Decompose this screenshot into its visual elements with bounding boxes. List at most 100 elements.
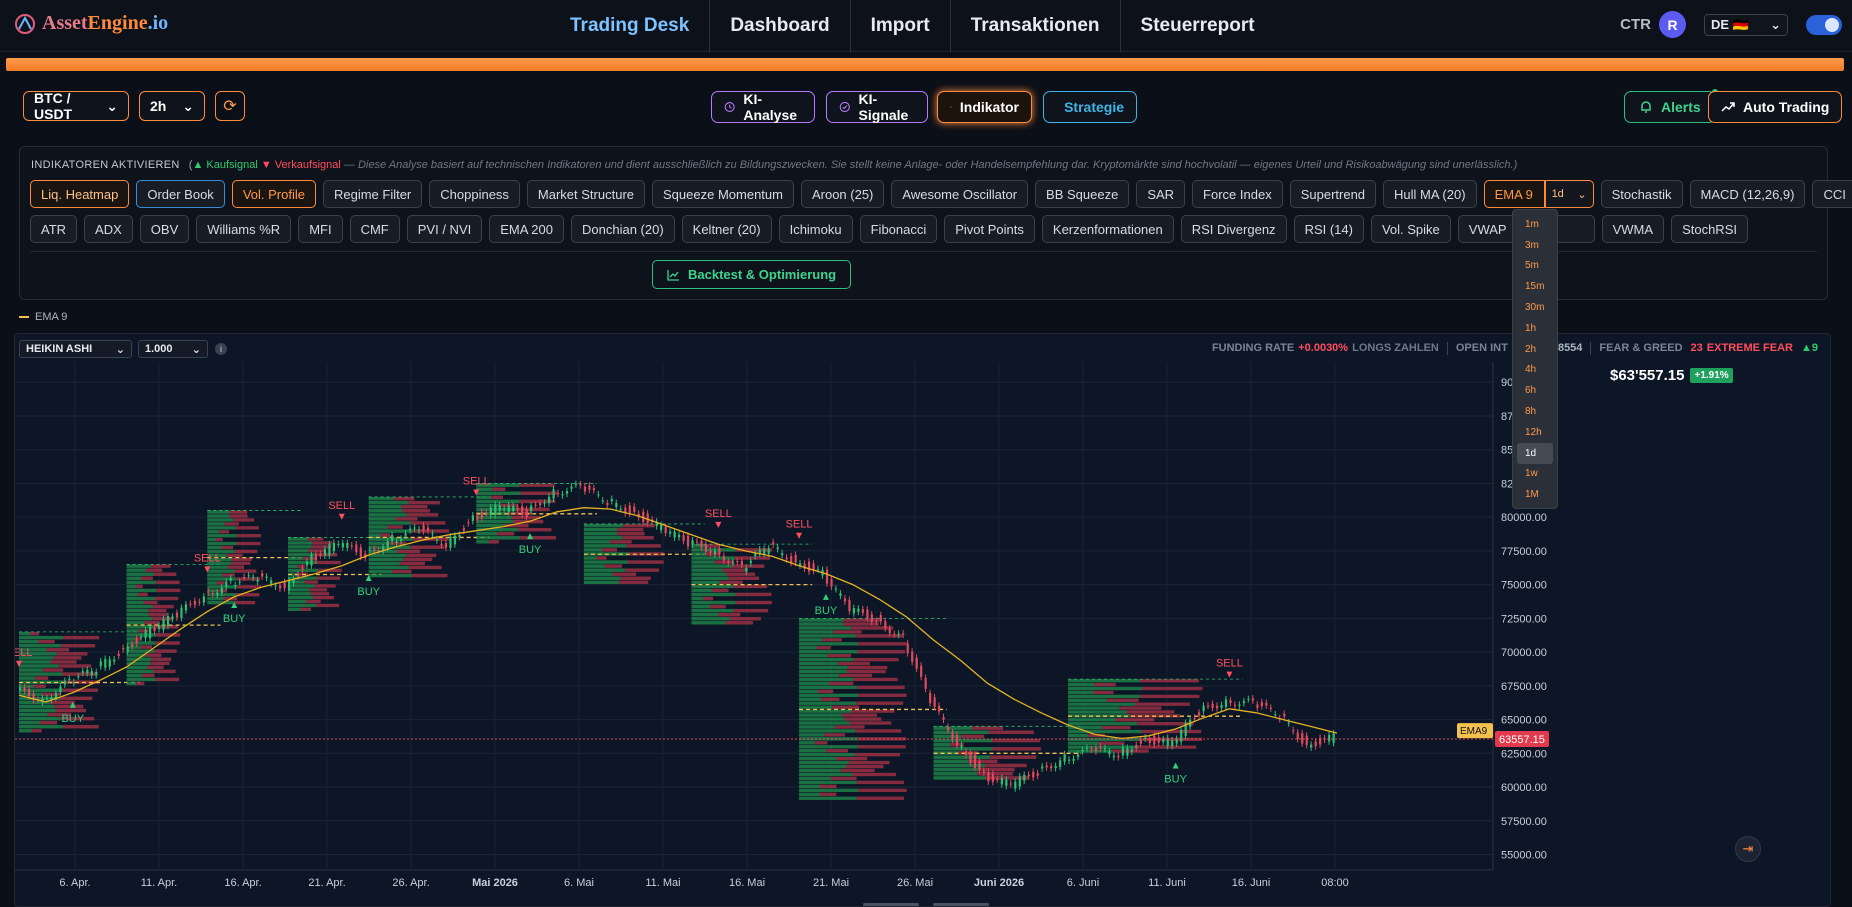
indicator-rsi-14[interactable]: RSI (14)	[1293, 215, 1364, 243]
price-chart[interactable]: 90000.0087500.0085000.0082500.0080000.00…	[14, 333, 1831, 907]
nav-transaktionen[interactable]: Transaktionen	[951, 0, 1121, 52]
interval-option-1w[interactable]: 1w	[1517, 464, 1553, 485]
indicator-bb-squeeze[interactable]: BB Squeeze	[1035, 180, 1130, 208]
indicator-liq-heatmap[interactable]: Liq. Heatmap	[30, 180, 130, 208]
volume-bar-buy	[368, 569, 393, 574]
volume-bar-sell	[226, 553, 243, 558]
scroll-to-end-button[interactable]: ⇥	[1735, 836, 1761, 862]
indicator-force-index[interactable]: Force Index	[1192, 180, 1283, 208]
volume-bar-buy	[19, 660, 51, 664]
candle-body	[171, 616, 174, 620]
candle-body	[229, 577, 232, 581]
avatar[interactable]: R	[1659, 11, 1686, 38]
nav-import[interactable]: Import	[851, 0, 951, 52]
volume-bar-sell	[821, 697, 840, 701]
indicator-macd-12-26-9[interactable]: MACD (12,26,9)	[1689, 180, 1806, 208]
nav-trading-desk[interactable]: Trading Desk	[550, 0, 711, 52]
info-icon[interactable]: i	[215, 343, 227, 355]
nav-dashboard[interactable]: Dashboard	[710, 0, 851, 52]
indicator-ema-200[interactable]: EMA 200	[489, 215, 564, 243]
nav-steuerreport[interactable]: Steuerreport	[1121, 0, 1275, 52]
scroll-handle-right[interactable]	[933, 903, 989, 906]
indicator-awesome-oscillator[interactable]: Awesome Oscillator	[891, 180, 1029, 208]
chart-canvas[interactable]: 90000.0087500.0085000.0082500.0080000.00…	[15, 334, 1831, 907]
indicator-mfi[interactable]: MFI	[298, 215, 343, 243]
candle-body	[875, 620, 878, 622]
indicator-keltner-20[interactable]: Keltner (20)	[681, 215, 772, 243]
interval-option-4h[interactable]: 4h	[1517, 360, 1553, 381]
interval-option-1m[interactable]: 1m	[1517, 214, 1553, 235]
indicator-choppiness[interactable]: Choppiness	[429, 180, 520, 208]
indicator-squeeze-momentum[interactable]: Squeeze Momentum	[652, 180, 794, 208]
indicator-cci[interactable]: CCI	[1812, 180, 1852, 208]
indicator-cmf[interactable]: CMF	[349, 215, 400, 243]
indicator-pivot-points[interactable]: Pivot Points	[944, 215, 1035, 243]
indicator-order-book[interactable]: Order Book	[136, 180, 225, 208]
indicator-williams-r[interactable]: Williams %R	[196, 215, 292, 243]
y-tick-label: 62500.00	[1501, 748, 1547, 760]
brand-logo[interactable]: AssetEngine.io	[14, 12, 168, 35]
indicator-regime-filter[interactable]: Regime Filter	[322, 180, 423, 208]
ki-signale-button[interactable]: KI-Signale	[826, 91, 928, 123]
volume-bar-sell	[816, 646, 831, 650]
interval-option-15m[interactable]: 15m	[1517, 276, 1553, 297]
volume-bar-buy	[1068, 686, 1142, 691]
interval-option-1M[interactable]: 1M	[1517, 484, 1553, 505]
refresh-button[interactable]: ⟳	[215, 91, 245, 121]
indicator-vwma[interactable]: VWMA	[1601, 215, 1665, 243]
indicator-market-structure[interactable]: Market Structure	[526, 180, 646, 208]
chevron-down-icon: ⌄	[1577, 188, 1587, 201]
indicator-obv[interactable]: OBV	[139, 215, 190, 243]
ema-interval-select[interactable]: 1d ⌄	[1544, 180, 1594, 208]
x-tick-label: 21. Apr.	[308, 877, 345, 889]
interval-option-12h[interactable]: 12h	[1517, 422, 1553, 443]
strategie-button[interactable]: Strategie	[1043, 91, 1137, 123]
backtest-button[interactable]: Backtest & Optimierung	[652, 260, 852, 289]
theme-toggle[interactable]	[1806, 14, 1842, 35]
candle-body	[144, 630, 147, 639]
candle-body	[619, 508, 622, 510]
volume-bar-sell	[43, 668, 64, 672]
indicator-rsi-divergenz[interactable]: RSI Divergenz	[1180, 215, 1287, 243]
indicator-pvi-nvi[interactable]: PVI / NVI	[406, 215, 483, 243]
interval-option-3m[interactable]: 3m	[1517, 235, 1553, 256]
indicator-supertrend[interactable]: Supertrend	[1289, 180, 1377, 208]
indicator-ichimoku[interactable]: Ichimoku	[778, 215, 853, 243]
indicator-atr[interactable]: ATR	[30, 215, 78, 243]
interval-option-30m[interactable]: 30m	[1517, 297, 1553, 318]
auto-trading-button[interactable]: Auto Trading	[1708, 91, 1843, 123]
interval-option-2h[interactable]: 2h	[1517, 339, 1553, 360]
interval-option-6h[interactable]: 6h	[1517, 380, 1553, 401]
indikator-button[interactable]: Indikator	[937, 91, 1032, 123]
language-select[interactable]: DE 🇩🇪 ⌄	[1704, 13, 1788, 36]
indicator-donchian-20[interactable]: Donchian (20)	[571, 215, 675, 243]
indicator-stochastik[interactable]: Stochastik	[1600, 180, 1683, 208]
indicator-ema-9[interactable]: EMA 9	[1483, 180, 1545, 208]
volume-bar-sell	[138, 592, 148, 597]
alerts-button[interactable]: Alerts	[1624, 89, 1718, 123]
interval-option-1h[interactable]: 1h	[1517, 318, 1553, 339]
volume-bar-buy	[691, 564, 732, 568]
ki-analyse-button[interactable]: KI-Analyse	[711, 91, 815, 123]
indicator-kerzenformationen[interactable]: Kerzenformationen	[1041, 215, 1174, 243]
interval-option-8h[interactable]: 8h	[1517, 401, 1553, 422]
sell-arrow-icon	[1226, 671, 1233, 678]
indicator-fibonacci[interactable]: Fibonacci	[859, 215, 938, 243]
indicator-vwap[interactable]: VWAP	[1457, 215, 1518, 243]
indicator-vol-spike[interactable]: Vol. Spike	[1370, 215, 1451, 243]
indicator-vol-profile[interactable]: Vol. Profile	[231, 180, 316, 208]
scroll-handle-left[interactable]	[863, 903, 919, 906]
scale-select[interactable]: 1.000 ⌄	[138, 340, 208, 358]
indicator-sar[interactable]: SAR	[1136, 180, 1186, 208]
indicator-adx[interactable]: ADX	[84, 215, 133, 243]
chart-type-select[interactable]: HEIKIN ASHI ⌄	[19, 340, 132, 358]
interval-select[interactable]: 2h ⌄	[139, 91, 205, 121]
indicator-stochrsi[interactable]: StochRSI	[1671, 215, 1748, 243]
candle-body	[1148, 738, 1151, 744]
interval-option-5m[interactable]: 5m	[1517, 256, 1553, 277]
pair-select[interactable]: BTC / USDT ⌄	[23, 90, 129, 122]
candle-body	[946, 726, 950, 731]
interval-option-1d[interactable]: 1d	[1517, 442, 1553, 464]
indicator-aroon-25[interactable]: Aroon (25)	[800, 180, 885, 208]
indicator-hull-ma-20[interactable]: Hull MA (20)	[1383, 180, 1477, 208]
